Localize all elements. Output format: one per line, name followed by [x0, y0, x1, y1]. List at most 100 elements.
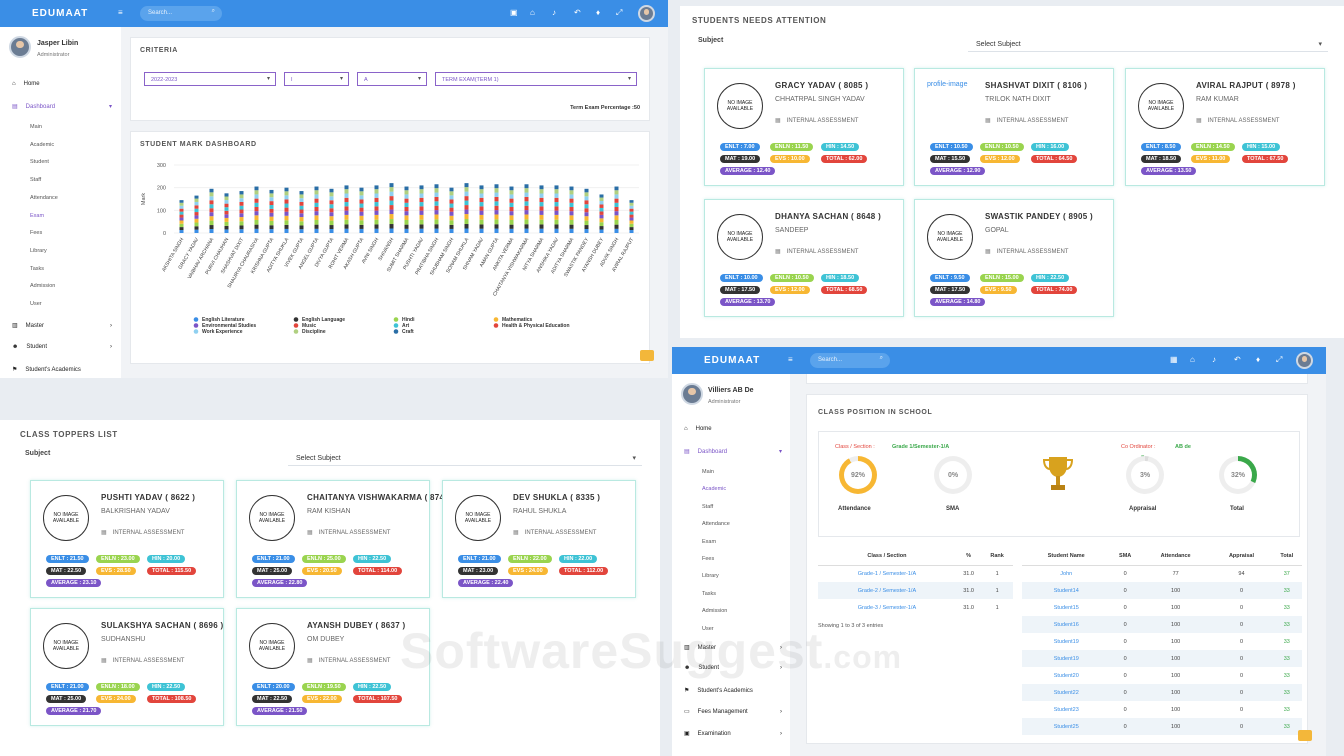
table-cell: 100: [1139, 684, 1212, 701]
table-cell[interactable]: Student19: [1022, 650, 1111, 667]
search-input[interactable]: Search... ⌕: [140, 6, 222, 21]
bar-segment: [539, 185, 544, 190]
user-avatar[interactable]: [638, 5, 655, 22]
year-select[interactable]: 2022-2023: [144, 72, 276, 86]
profile-name[interactable]: Villiers AB De: [708, 387, 754, 394]
table-cell[interactable]: Grade-2 / Semester-1/A: [818, 582, 956, 599]
sidebar-sub-item-staff[interactable]: Staff: [30, 177, 41, 183]
table-header[interactable]: Class / Section: [818, 548, 956, 566]
sidebar-sub-item-exam[interactable]: Exam: [702, 539, 716, 545]
chat-icon[interactable]: [640, 350, 654, 361]
sidebar-item-home[interactable]: ⌂ Home: [684, 426, 712, 432]
sidebar-sub-item-library[interactable]: Library: [702, 573, 719, 579]
standard-select[interactable]: I: [284, 72, 349, 86]
student-card[interactable]: NO IMAGE AVAILABLE SULAKSHYA SACHAN ( 869…: [30, 608, 224, 726]
bar-segment: [419, 206, 424, 211]
student-card[interactable]: NO IMAGE AVAILABLE DEV SHUKLA ( 8335 ) RAH…: [442, 480, 636, 598]
student-card[interactable]: NO IMAGE AVAILABLE CHAITANYA VISHWAKARMA …: [236, 480, 444, 598]
chevron-right-icon: ›: [110, 322, 112, 329]
legend-marker: [393, 323, 399, 328]
sidebar-sub-item-academic[interactable]: Academic: [702, 486, 726, 492]
table-cell[interactable]: Student19: [1022, 633, 1111, 650]
student-card[interactable]: profile-image SHASHVAT DIXIT ( 8106 ) TRIL…: [914, 68, 1114, 186]
sidebar-item-fees[interactable]: ▭ Fees Management ›: [684, 708, 782, 716]
sidebar-item-master[interactable]: ▥ Master ›: [12, 322, 112, 330]
bar-segment: [329, 196, 334, 201]
student-card[interactable]: NO IMAGE AVAILABLE PUSHTI YADAV ( 8622 ) B…: [30, 480, 224, 598]
sidebar-item-dashboard[interactable]: ▤ Dashboard ▾: [684, 448, 782, 456]
sidebar-sub-item-exam[interactable]: Exam: [30, 213, 44, 219]
bar-segment: [554, 202, 559, 207]
sidebar-sub-item-academic[interactable]: Academic: [30, 142, 54, 148]
fullscreen-icon[interactable]: ⤢: [616, 8, 622, 18]
school-icon[interactable]: ⌂: [530, 8, 535, 17]
notification-icon[interactable]: ▣: [510, 8, 518, 17]
sidebar-sub-item-fees[interactable]: Fees: [702, 556, 714, 562]
chat-icon[interactable]: [1298, 730, 1312, 741]
parent-name: TRILOK NATH DIXIT: [985, 96, 1051, 103]
profile-name[interactable]: Jasper Libin: [37, 40, 78, 47]
exam-select[interactable]: TERM EXAM(TERM 1): [435, 72, 637, 86]
reply-icon[interactable]: ↶: [574, 8, 581, 17]
sidebar-sub-item-attendance[interactable]: Attendance: [702, 521, 730, 527]
grid-icon[interactable]: ▦: [1170, 355, 1178, 364]
reply-icon[interactable]: ↶: [1234, 355, 1241, 364]
sidebar-sub-item-user[interactable]: User: [30, 301, 42, 307]
student-card[interactable]: NO IMAGE AVAILABLE DHANYA SACHAN ( 8648 )…: [704, 199, 904, 317]
sidebar-sub-item-main[interactable]: Main: [702, 469, 714, 475]
sidebar-sub-item-student[interactable]: Student: [30, 159, 49, 165]
table-header[interactable]: Total: [1271, 548, 1302, 566]
table-header[interactable]: SMA: [1110, 548, 1140, 566]
table-cell[interactable]: Grade-1 / Semester-1/A: [818, 565, 956, 582]
table-cell[interactable]: Student16: [1022, 616, 1111, 633]
bell-icon[interactable]: ♪: [1212, 355, 1216, 364]
menu-toggle-icon[interactable]: ≡: [788, 355, 793, 364]
alert-icon[interactable]: ♦: [1256, 355, 1260, 364]
sidebar-item-home[interactable]: ⌂ Home: [12, 81, 40, 87]
table-header[interactable]: Attendance: [1139, 548, 1212, 566]
sidebar-sub-item-tasks[interactable]: Tasks: [30, 266, 44, 272]
bar-segment: [299, 229, 304, 233]
sidebar-item-student[interactable]: ☻ Student ›: [12, 344, 112, 350]
table-cell[interactable]: Student23: [1022, 701, 1111, 718]
subject-select[interactable]: Select Subject: [288, 452, 642, 466]
sidebar-sub-item-staff[interactable]: Staff: [702, 504, 713, 510]
search-input[interactable]: Search... ⌕: [810, 353, 890, 368]
table-header[interactable]: Student Name: [1022, 548, 1111, 566]
fullscreen-icon[interactable]: ⤢: [1276, 355, 1282, 365]
user-avatar[interactable]: [1296, 352, 1313, 369]
student-card[interactable]: NO IMAGE AVAILABLE GRACY YADAV ( 8085 ) CH…: [704, 68, 904, 186]
sidebar-sub-item-admission[interactable]: Admission: [702, 608, 727, 614]
alert-icon[interactable]: ♦: [596, 8, 600, 17]
sidebar-sub-item-admission[interactable]: Admission: [30, 283, 55, 289]
school-icon[interactable]: ⌂: [1190, 355, 1195, 364]
mark-badge: EVS : 28.50: [96, 567, 136, 575]
sidebar-sub-item-main[interactable]: Main: [30, 124, 42, 130]
division-select[interactable]: A: [357, 72, 427, 86]
assessment-type: INTERNAL ASSESSMENT: [101, 529, 185, 536]
sidebar-sub-item-tasks[interactable]: Tasks: [702, 591, 716, 597]
student-card[interactable]: NO IMAGE AVAILABLE AVIRAL RAJPUT ( 8978 )…: [1125, 68, 1325, 186]
table-cell[interactable]: Student22: [1022, 684, 1111, 701]
sidebar-item-dashboard[interactable]: ▤ Dashboard ▾: [12, 103, 112, 111]
sidebar-sub-item-fees[interactable]: Fees: [30, 230, 42, 236]
table-cell[interactable]: Grade-3 / Semester-1/A: [818, 599, 956, 616]
menu-toggle-icon[interactable]: ≡: [118, 8, 123, 17]
table-cell[interactable]: Student20: [1022, 667, 1111, 684]
bell-icon[interactable]: ♪: [552, 8, 556, 17]
table-cell[interactable]: Student15: [1022, 599, 1111, 616]
table-header[interactable]: Rank: [981, 548, 1013, 566]
table-cell[interactable]: John: [1022, 565, 1111, 582]
table-header[interactable]: %: [955, 548, 982, 566]
table-cell[interactable]: Student14: [1022, 582, 1111, 599]
table-cell[interactable]: Student25: [1022, 718, 1111, 735]
mark-badge: ENLN : 11.50: [770, 143, 814, 151]
sidebar-sub-item-attendance[interactable]: Attendance: [30, 195, 58, 201]
student-card[interactable]: NO IMAGE AVAILABLE SWASTIK PANDEY ( 8905 …: [914, 199, 1114, 317]
sidebar-sub-item-library[interactable]: Library: [30, 248, 47, 254]
subject-select[interactable]: Select Subject: [968, 38, 1328, 52]
sidebar-item-academics[interactable]: ⚑ Student's Academics: [12, 366, 81, 374]
table-header[interactable]: Appraisal: [1211, 548, 1272, 566]
sidebar-item-academics[interactable]: ⚑ Student's Academics: [684, 687, 753, 695]
sidebar-item-examination[interactable]: ▣ Examination ›: [684, 730, 782, 738]
